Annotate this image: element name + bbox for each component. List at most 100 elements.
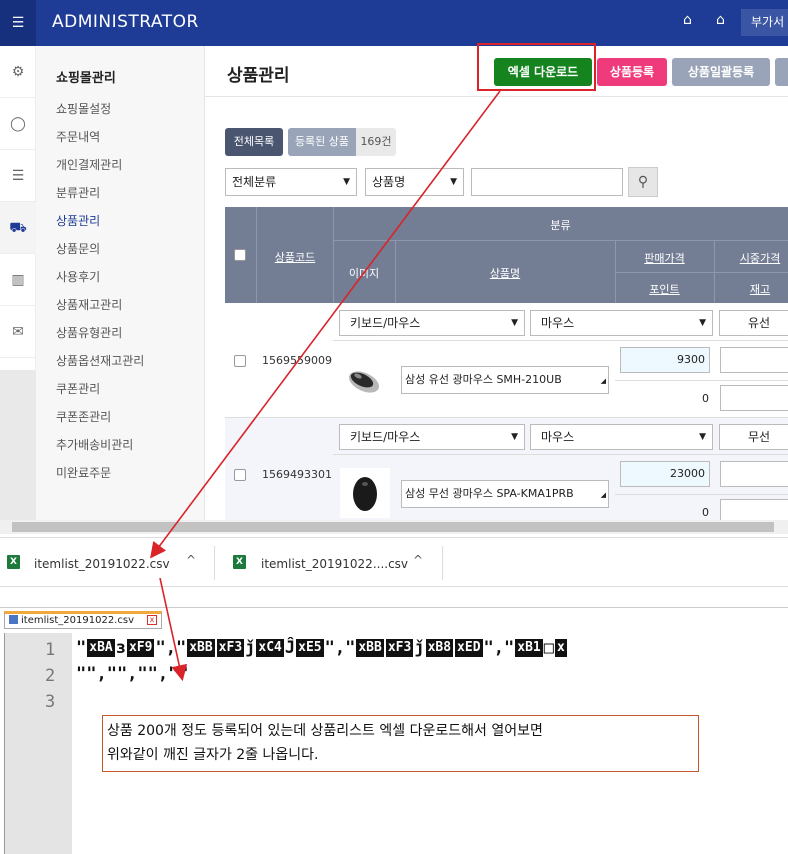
cart-icon[interactable]: ⛟ — [0, 202, 36, 254]
gear-icon[interactable]: ⚙ — [0, 46, 36, 98]
chevron-down-icon: ▼ — [699, 432, 706, 442]
point-value: 0 — [702, 392, 709, 405]
sidebar-item[interactable]: 미완료주문 — [56, 464, 144, 492]
app-title: ADMINISTRATOR — [52, 12, 199, 32]
mail-icon[interactable]: ✉ — [0, 306, 36, 358]
sidebar-menu: 쇼핑몰관리 쇼핑몰설정 주문내역 개인결제관리 분류관리 상품관리 상품문의 사용후기 상품재… — [36, 46, 205, 520]
more-button[interactable] — [775, 58, 788, 86]
category2-select[interactable]: 마우스 ▼ — [530, 310, 713, 336]
control-char-block: xC4 — [256, 639, 284, 657]
header-market-price[interactable]: 시중가격 — [715, 250, 788, 266]
divider — [333, 340, 788, 341]
category2-select[interactable]: 마우스 ▼ — [530, 424, 713, 450]
row-checkbox[interactable] — [234, 469, 246, 481]
bar-chart-icon[interactable]: ▥ — [0, 254, 36, 306]
editor-tab[interactable]: itemlist_20191022.csv x — [4, 611, 162, 629]
sidebar-item[interactable]: 상품문의 — [56, 240, 144, 268]
sidebar-item[interactable]: 분류관리 — [56, 184, 144, 212]
code-line-2[interactable]: "","","","" — [76, 664, 189, 684]
header-category: 분류 — [550, 219, 571, 232]
chevron-down-icon: ▼ — [511, 432, 518, 442]
user-icon[interactable]: ◯ — [0, 98, 36, 150]
sidebar-item[interactable]: 상품관리 — [56, 212, 144, 240]
product-name-input[interactable]: 삼성 무선 광마우스 SPA-KMA1PRB ◢ — [401, 480, 609, 508]
header-sale-price[interactable]: 판매가격 — [616, 250, 713, 266]
store-icon[interactable]: ⌂ — [683, 12, 692, 28]
control-char-block: xF3 — [216, 639, 245, 657]
download-filename: itemlist_20191022....csv — [261, 557, 409, 571]
chevron-up-icon[interactable]: ^ — [186, 553, 196, 567]
product-thumbnail[interactable] — [340, 358, 388, 398]
icon-rail: ⚙ ◯ ☰ ⛟ ▥ ✉ — [0, 46, 36, 520]
menu-list: 쇼핑몰설정 주문내역 개인결제관리 분류관리 상품관리 상품문의 사용후기 상품재고관리 상품유… — [56, 100, 144, 492]
code-text: Ĵ — [284, 638, 296, 658]
market-price-input[interactable] — [720, 461, 788, 487]
sale-price-input[interactable]: 23000 — [620, 461, 710, 487]
search-input[interactable] — [471, 168, 623, 196]
code-text: " — [76, 638, 87, 658]
divider — [333, 454, 788, 455]
category-select[interactable]: 전체분류 ▼ — [225, 168, 357, 196]
bulk-register-button[interactable]: 상품일괄등록 — [672, 58, 770, 86]
category3-value: 무선 — [748, 430, 771, 444]
sidebar-item[interactable]: 추가배송비관리 — [56, 436, 144, 464]
sidebar-item[interactable]: 사용후기 — [56, 268, 144, 296]
header-stock[interactable]: 재고 — [715, 281, 788, 297]
control-char-block: xF9 — [126, 639, 155, 657]
code-text: "," — [483, 638, 515, 658]
product-thumbnail[interactable] — [340, 468, 390, 518]
horizontal-scrollbar[interactable] — [0, 520, 788, 534]
highlight-box — [477, 43, 596, 91]
search-icon: ⚲ — [637, 174, 649, 190]
stock-input[interactable] — [720, 385, 788, 411]
header-code[interactable]: 상품코드 — [258, 249, 332, 265]
line-number: 1 — [45, 640, 56, 660]
addon-button[interactable]: 부가서 — [741, 9, 788, 36]
sidebar-item[interactable]: 상품옵션재고관리 — [56, 352, 144, 380]
control-char-block: xBA — [87, 639, 115, 657]
sidebar-item[interactable]: 쇼핑몰설정 — [56, 100, 144, 128]
sidebar-item[interactable]: 쿠폰존관리 — [56, 408, 144, 436]
divider — [333, 240, 788, 241]
download-item[interactable]: X itemlist_20191022....csv ^ — [215, 538, 442, 588]
select-all-checkbox[interactable] — [234, 249, 246, 261]
header-image: 이미지 — [348, 267, 380, 280]
header-name[interactable]: 상품명 — [396, 265, 614, 281]
close-icon[interactable]: x — [147, 615, 157, 625]
category1-select[interactable]: 키보드/마우스 ▼ — [339, 310, 525, 336]
sidebar-item[interactable]: 상품재고관리 — [56, 296, 144, 324]
collapse-menu-icon[interactable]: ☰ — [0, 0, 36, 46]
sidebar-item[interactable]: 개인결제관리 — [56, 156, 144, 184]
search-button[interactable]: ⚲ — [628, 167, 658, 197]
category1-select[interactable]: 키보드/마우스 ▼ — [339, 424, 525, 450]
code-text: "," — [324, 638, 356, 658]
header-point[interactable]: 포인트 — [616, 281, 713, 297]
control-char-block: xB1 — [515, 639, 543, 657]
search-field-select[interactable]: 상품명 ▼ — [365, 168, 464, 196]
page-title: 상품관리 — [227, 66, 290, 86]
divider — [615, 380, 788, 381]
sale-price-input[interactable]: 9300 — [620, 347, 710, 373]
category1-value: 키보드/마우스 — [350, 316, 421, 330]
product-name-input[interactable]: 삼성 유선 광마우스 SMH-210UB ◢ — [401, 366, 609, 394]
list-icon[interactable]: ☰ — [0, 150, 36, 202]
chevron-down-icon: ▼ — [343, 177, 350, 187]
download-item[interactable]: X itemlist_20191022.csv ^ — [0, 538, 214, 588]
tab-all-list[interactable]: 전체목록 — [225, 128, 283, 156]
download-filename: itemlist_20191022.csv — [34, 557, 170, 571]
control-char-block: x — [554, 639, 567, 657]
code-line-1[interactable]: " xBA з xF9 "," xBB xF3 ǰ xC4 ĴxE5 "," xBB xF3 ǰ xB8 xE… — [76, 638, 568, 658]
sidebar-item[interactable]: 주문내역 — [56, 128, 144, 156]
tab-registered[interactable]: 등록된 상품 — [288, 128, 356, 156]
sidebar-item[interactable]: 상품유형관리 — [56, 324, 144, 352]
product-count: 169건 — [356, 128, 396, 156]
scrollbar-thumb[interactable] — [12, 522, 774, 532]
sidebar-item[interactable]: 쿠폰관리 — [56, 380, 144, 408]
home-icon[interactable]: ⌂ — [716, 12, 725, 28]
row-checkbox[interactable] — [234, 355, 246, 367]
category3-select[interactable]: 유선 — [719, 310, 788, 336]
category3-select[interactable]: 무선 — [719, 424, 788, 450]
chevron-up-icon[interactable]: ^ — [413, 553, 423, 567]
market-price-input[interactable] — [720, 347, 788, 373]
add-product-button[interactable]: 상품등록 — [597, 58, 667, 86]
